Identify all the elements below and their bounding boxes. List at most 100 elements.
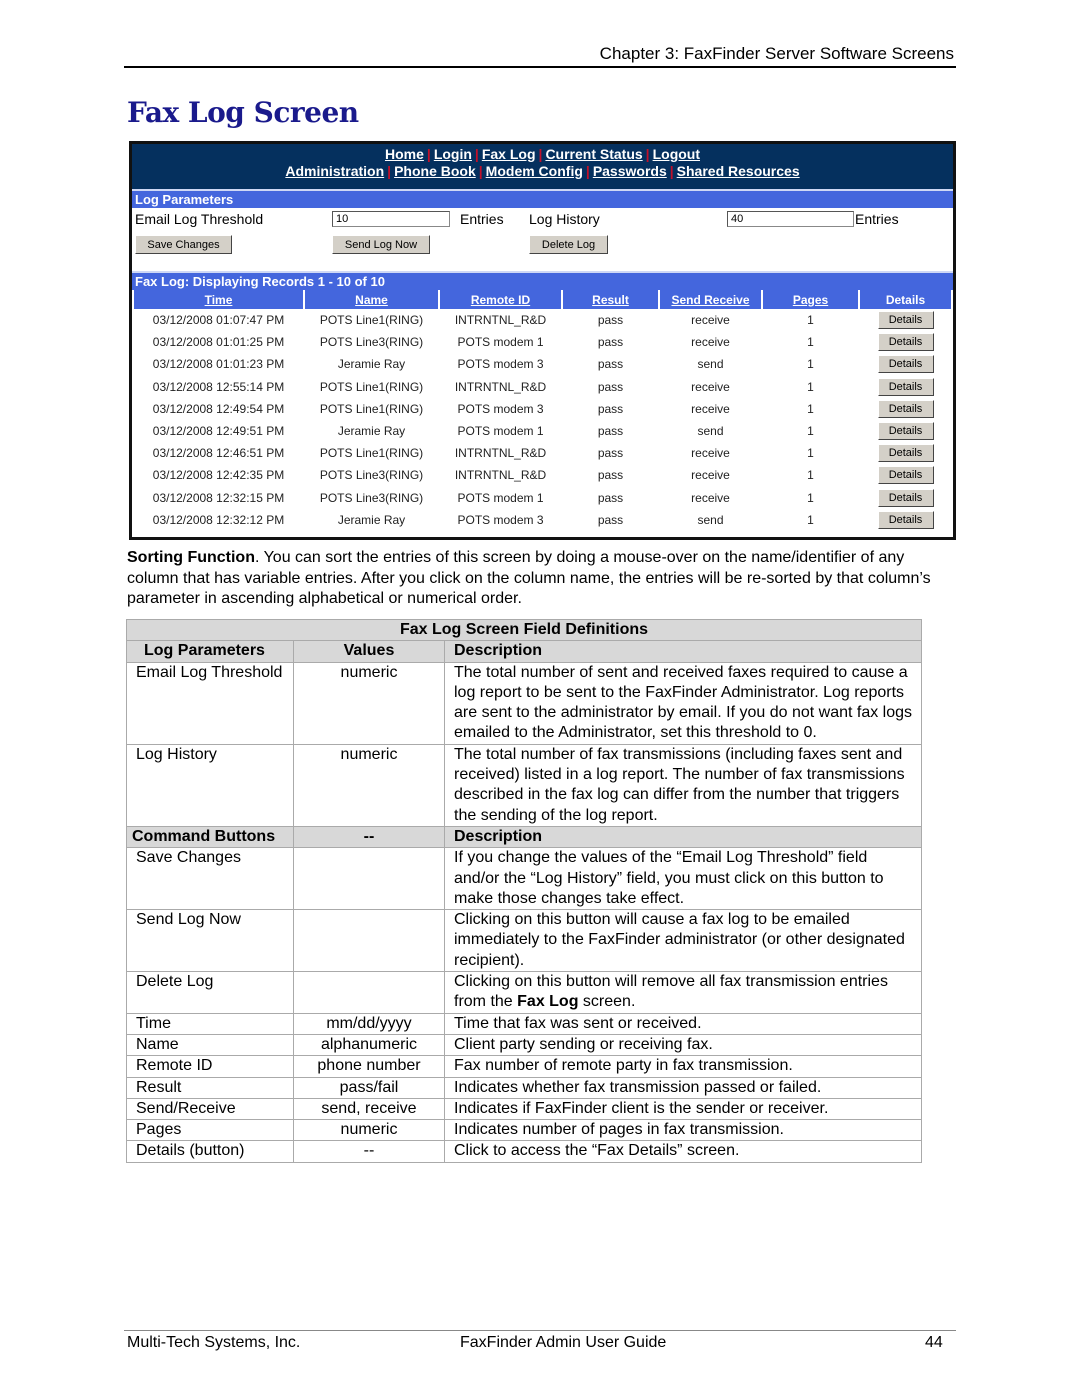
definition-description: If you change the values of the “Email L… [444,847,922,911]
definition-field: Send Log Now [126,909,294,973]
sort-link-send-receive[interactable]: Send Receive [671,293,749,307]
definitions-header-row: Log Parameters Values Description [126,640,922,663]
cell-time: 03/12/2008 12:55:14 PM [152,379,285,394]
cell-result: pass [597,313,624,328]
cell-send-receive: send [697,424,724,439]
definitions-header-1: Command Buttons [126,825,294,849]
sort-link-name[interactable]: Name [355,293,388,307]
nav-link-modem-config[interactable]: Modem Config [486,163,583,179]
cell-result: pass [597,401,624,416]
table-row: 03/12/2008 01:07:47 PM POTS Line1(RING) IN… [134,309,951,331]
definition-row: Delete Log Clicking on this button will r… [126,971,922,1014]
footer-company: Multi-Tech Systems, Inc. [127,1334,301,1351]
cell-result: pass [597,446,624,461]
send-log-now-button[interactable]: Send Log Now [332,235,430,254]
column-header-time[interactable]: Time [134,290,303,309]
nav-link-logout[interactable]: Logout [653,146,700,162]
save-changes-button[interactable]: Save Changes [135,235,232,254]
nav-separator: | [585,163,590,179]
details-button[interactable]: Details [877,444,934,463]
definition-description: Click to access the “Fax Details” screen… [444,1140,922,1163]
cell-details: Details [860,420,951,442]
cell-remote-id: POTS modem 1 [457,335,544,350]
cell-result: pass [597,468,624,483]
sort-link-result[interactable]: Result [592,293,629,307]
definition-field: Delete Log [126,971,294,1014]
cell-time: 03/12/2008 12:32:12 PM [152,512,285,527]
column-header-result[interactable]: Result [563,290,658,309]
definition-values: mm/dd/yyyy [293,1012,445,1035]
nav-link-shared-resources[interactable]: Shared Resources [677,163,800,179]
sort-link-remote-id[interactable]: Remote ID [471,293,530,307]
cell-send-receive: send [697,357,724,372]
cell-pages: 1 [807,424,814,439]
details-button[interactable]: Details [877,377,934,396]
cell-remote-id: INTRNTNL_R&D [454,379,547,394]
table-row: 03/12/2008 12:49:54 PM POTS Line1(RING) PO… [134,398,951,420]
definitions-header-2: Values [293,640,445,663]
cell-pages: 1 [807,512,814,527]
nav-link-fax-log[interactable]: Fax Log [482,146,536,162]
definition-field: Email Log Threshold [126,661,294,745]
cell-time: 03/12/2008 12:42:35 PM [152,468,285,483]
cell-result: pass [597,335,624,350]
column-header-remote-id[interactable]: Remote ID [440,290,561,309]
cell-remote-id: INTRNTNL_R&D [454,313,547,328]
cell-name: POTS Line1(RING) [319,446,424,461]
cell-time: 03/12/2008 12:46:51 PM [152,446,285,461]
entries-label-2: Entries [855,211,899,227]
definition-row: Remote ID phone number Fax number of remot… [126,1055,922,1078]
column-header-name[interactable]: Name [305,290,438,309]
cell-details: Details [860,398,951,420]
cell-result: pass [597,357,624,372]
column-header-details: Details [860,290,951,309]
table-row: 03/12/2008 12:55:14 PM POTS Line1(RING) IN… [134,376,951,398]
cell-time: 03/12/2008 12:32:15 PM [152,490,285,505]
cell-name: POTS Line1(RING) [319,313,424,328]
definition-row: Result pass/fail Indicates whether fax tra… [126,1076,922,1099]
details-button[interactable]: Details [877,355,934,374]
definitions-header-2: -- [293,825,445,849]
definition-description: The total number of sent and received fa… [444,661,922,745]
table-row: 03/12/2008 12:42:35 PM POTS Line3(RING) IN… [134,464,951,486]
email-log-threshold-input[interactable] [332,211,450,227]
details-button[interactable]: Details [877,311,934,330]
definition-values [293,909,445,973]
table-row: 03/12/2008 12:49:51 PM Jeramie Ray POTS mo… [134,420,951,442]
details-button[interactable]: Details [877,333,934,352]
nav-link-current-status[interactable]: Current Status [545,146,642,162]
cell-pages: 1 [807,313,814,328]
definitions-header-3: Description [444,825,922,849]
nav-row-primary: Home | Login | Fax Log | Current Status | Logout [132,146,953,163]
nav-link-phone-book[interactable]: Phone Book [394,163,476,179]
definition-description: The total number of fax transmissions (i… [444,743,922,827]
details-button[interactable]: Details [877,466,934,485]
sort-link-pages[interactable]: Pages [793,293,828,307]
log-history-input[interactable] [727,211,854,227]
definition-values: alphanumeric [293,1033,445,1057]
nav-link-administration[interactable]: Administration [285,163,384,179]
nav-link-passwords[interactable]: Passwords [593,163,667,179]
header-rule [124,66,956,68]
delete-log-button[interactable]: Delete Log [529,235,608,254]
nav-link-home[interactable]: Home [385,146,424,162]
footer-guide-title: FaxFinder Admin User Guide [460,1334,667,1351]
column-header-send-receive[interactable]: Send Receive [660,290,761,309]
cell-send-receive: receive [691,446,730,461]
sort-link-time[interactable]: Time [205,293,233,307]
log-history-label: Log History [529,211,600,227]
details-button[interactable]: Details [877,510,934,529]
cell-details: Details [860,331,951,353]
cell-time: 03/12/2008 12:49:51 PM [152,424,285,439]
cell-details: Details [860,442,951,464]
table-row: 03/12/2008 01:01:25 PM POTS Line3(RING) PO… [134,331,951,353]
details-button[interactable]: Details [877,422,934,441]
nav-link-login[interactable]: Login [434,146,472,162]
details-button[interactable]: Details [877,399,934,418]
definition-values: send, receive [293,1097,445,1121]
column-header-pages[interactable]: Pages [763,290,858,309]
cell-details: Details [860,376,951,398]
details-button[interactable]: Details [877,488,934,507]
nav-separator: | [669,163,674,179]
cell-remote-id: INTRNTNL_R&D [454,446,547,461]
